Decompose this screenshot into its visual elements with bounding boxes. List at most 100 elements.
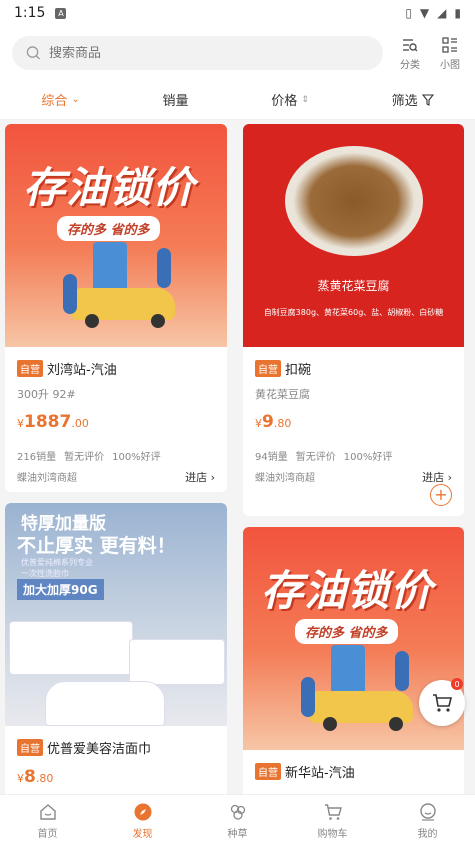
- filter-button[interactable]: 筛选: [392, 90, 434, 109]
- search-input[interactable]: [48, 45, 369, 61]
- status-time: 1:15: [14, 5, 46, 21]
- person-illustration: [301, 677, 315, 717]
- review-status: 暂无评价: [295, 452, 336, 463]
- product-spec: 300升 92#: [17, 388, 76, 401]
- tab-home[interactable]: 首页: [18, 802, 78, 840]
- tab-profile-label: 我的: [417, 828, 438, 840]
- person-illustration: [63, 274, 77, 314]
- sales-count: 94销量: [255, 452, 288, 463]
- store-row: 蝶油刘湾商超 进店 ›: [17, 469, 215, 485]
- price-integer: 9: [262, 412, 274, 432]
- discover-icon: [134, 803, 151, 820]
- cart-icon: [433, 694, 453, 712]
- category-label: 分类: [400, 59, 420, 71]
- product-image[interactable]: 特厚加量版 不止厚实 更有料！ 优普爱纯棉系列专业 一次性洗脸巾 加大加厚90G: [5, 503, 227, 726]
- self-operated-tag: 自营: [255, 360, 281, 377]
- banner-headline: 存油锁价: [23, 163, 196, 212]
- home-icon: [39, 803, 56, 820]
- bottom-tab-bar: 首页 发现 种草 购物车 我的: [0, 794, 475, 846]
- tab-profile[interactable]: 我的: [398, 802, 458, 840]
- vibrate-icon: ▯: [405, 6, 412, 20]
- notification-a-icon: A: [55, 7, 67, 19]
- car-wheel: [323, 717, 337, 731]
- good-rate: 100%好评: [343, 452, 393, 463]
- grid-view-icon: [442, 36, 457, 53]
- tissue-pack-illustration: [45, 681, 165, 726]
- currency-symbol: ¥: [255, 417, 262, 430]
- search-icon: [26, 46, 40, 60]
- enter-store-link[interactable]: 进店 ›: [185, 469, 215, 485]
- product-price: ¥8.80: [17, 767, 215, 787]
- product-title: 优普爱美容洁面巾: [47, 742, 152, 757]
- enter-store-link[interactable]: 进店 ›: [422, 469, 452, 485]
- tab-seed-label: 种草: [227, 828, 248, 840]
- car-wheel: [85, 314, 99, 328]
- sort-sales[interactable]: 销量: [163, 90, 189, 109]
- good-rate: 100%好评: [112, 452, 161, 463]
- product-price: ¥9.80: [255, 412, 452, 432]
- product-title: 扣碗: [285, 363, 312, 378]
- product-stats: 216销量 暂无评价 100%好评: [17, 448, 215, 463]
- product-card[interactable]: 存油锁价 存的多 省的多 自营 刘湾站-汽油 300升 92# ¥1887.00…: [5, 124, 227, 492]
- add-to-cart-button[interactable]: +: [430, 484, 452, 506]
- tab-cart[interactable]: 购物车: [303, 802, 363, 840]
- wifi-icon: ▼: [419, 6, 430, 20]
- product-card[interactable]: 存油锁价 存的多 省的多 自营 新华站-汽油: [243, 527, 464, 794]
- product-grid: 存油锁价 存的多 省的多 自营 刘湾站-汽油 300升 92# ¥1887.00…: [0, 122, 475, 794]
- tab-cart-label: 购物车: [317, 828, 348, 840]
- sort-comprehensive-label: 综合: [41, 94, 68, 109]
- sort-comprehensive[interactable]: 综合 ⌄: [41, 90, 79, 109]
- category-button[interactable]: 分类: [397, 36, 423, 71]
- dish-plate-illustration: [285, 146, 423, 256]
- status-bar: 1:15 A ▯ ▼ ◢ ▮: [0, 0, 475, 26]
- car-wheel: [389, 717, 403, 731]
- product-image[interactable]: 存油锁价 存的多 省的多: [5, 124, 227, 347]
- currency-symbol: ¥: [17, 417, 24, 430]
- product-spec: 黄花菜豆腐: [255, 388, 310, 401]
- tab-discover-label: 发现: [132, 828, 153, 840]
- seed-icon: [230, 804, 245, 820]
- banner-ribbon: 存的多 省的多: [295, 619, 398, 644]
- banner-description-line: 优普爱纯棉系列专业: [21, 558, 93, 567]
- floating-cart-button[interactable]: 0: [419, 678, 465, 726]
- price-decimal: .00: [71, 417, 89, 430]
- banner-dish-ingredients: 自制豆腐380g、黄花菜60g、盐、胡椒粉、白砂糖: [263, 308, 444, 317]
- battery-icon: ▮: [454, 6, 461, 20]
- tab-discover[interactable]: 发现: [113, 802, 173, 840]
- store-name: 蝶油刘湾商超: [17, 473, 77, 484]
- signal-icon: ◢: [437, 6, 447, 20]
- category-icon: [403, 38, 418, 51]
- banner-description-line: 一次性洗脸巾: [21, 569, 69, 578]
- banner-subheadline: 不止厚实 更有料！: [17, 535, 176, 557]
- product-title: 新华站-汽油: [285, 766, 355, 781]
- price-decimal: .80: [35, 772, 54, 785]
- banner-headline: 存油锁价: [261, 566, 434, 615]
- person-illustration: [157, 248, 171, 288]
- grid-view-button[interactable]: 小图: [437, 36, 463, 71]
- sort-price-label: 价格: [271, 94, 298, 109]
- plus-icon: +: [434, 485, 448, 504]
- review-status: 暂无评价: [64, 452, 105, 463]
- search-bar[interactable]: [12, 36, 383, 70]
- store-row: 蝶油刘湾商超 进店 ›: [255, 469, 452, 485]
- tab-seed[interactable]: 种草: [208, 802, 268, 840]
- car-wheel: [151, 314, 165, 328]
- top-header: 分类 小图: [0, 26, 475, 80]
- profile-icon: [419, 802, 436, 821]
- product-card[interactable]: 特厚加量版 不止厚实 更有料！ 优普爱纯棉系列专业 一次性洗脸巾 加大加厚90G…: [5, 503, 227, 794]
- product-card[interactable]: 蒸黄花菜豆腐 自制豆腐380g、黄花菜60g、盐、胡椒粉、白砂糖 自营 扣碗 黄…: [243, 124, 464, 516]
- cart-count-badge: 0: [451, 678, 463, 690]
- tab-home-label: 首页: [37, 828, 58, 840]
- price-decimal: .80: [273, 417, 292, 430]
- price-integer: 1887: [24, 412, 72, 432]
- sort-filter-bar: 综合 ⌄ 销量 价格 ⇕ 筛选: [0, 80, 475, 120]
- chevron-down-icon: ⌄: [71, 94, 80, 105]
- sort-price[interactable]: 价格 ⇕: [271, 90, 309, 109]
- product-image[interactable]: 蒸黄花菜豆腐 自制豆腐380g、黄花菜60g、盐、胡椒粉、白砂糖: [243, 124, 464, 347]
- tissue-pack-illustration: [129, 639, 225, 685]
- sort-arrows-icon: ⇕: [301, 94, 309, 105]
- banner-dish-title: 蒸黄花菜豆腐: [317, 279, 390, 293]
- person-illustration: [395, 651, 409, 691]
- product-title: 刘湾站-汽油: [47, 363, 117, 378]
- grid-view-label: 小图: [440, 59, 460, 71]
